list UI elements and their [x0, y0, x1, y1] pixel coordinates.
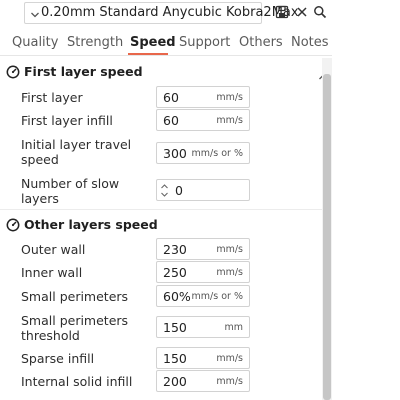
field-unit: mm	[224, 322, 243, 333]
section-title: Other layers speed	[24, 217, 158, 232]
field-value: 200	[163, 374, 187, 389]
save-icon[interactable]	[275, 5, 289, 19]
preset-header: 0.20mm Standard Anycubic Kobra2Max	[0, 0, 400, 28]
close-icon[interactable]	[295, 5, 309, 19]
sparse-infill-speed-input[interactable]: 150 mm/s	[156, 347, 250, 369]
label-small-perimeters-threshold-line2: threshold	[21, 328, 80, 343]
settings-tabs: Quality Strength Speed Support Others No…	[0, 30, 332, 56]
speedometer-icon	[6, 65, 20, 79]
scrollbar-thumb[interactable]	[323, 74, 331, 400]
first-layer-speed-input[interactable]: 60 mm/s	[156, 86, 250, 108]
label-number-of-slow-layers-line2: layers	[21, 191, 59, 206]
field-value: 300	[163, 146, 187, 161]
field-unit: mm/s	[216, 244, 243, 255]
stepper-arrows-icon[interactable]	[160, 183, 169, 198]
field-unit: mm/s	[216, 115, 243, 126]
internal-solid-infill-speed-input[interactable]: 200 mm/s	[156, 370, 250, 392]
initial-layer-travel-speed-input[interactable]: 300 mm/s or %	[156, 142, 250, 164]
tab-others[interactable]: Others	[239, 35, 283, 50]
tab-notes[interactable]: Notes	[291, 35, 329, 50]
tab-strength[interactable]: Strength	[67, 35, 123, 50]
tab-speed[interactable]: Speed	[130, 35, 176, 50]
label-sparse-infill: Sparse infill	[21, 351, 95, 366]
label-initial-layer-travel-speed: Initial layer travel	[21, 137, 132, 152]
label-first-layer-infill: First layer infill	[21, 113, 113, 128]
field-unit: mm/s or %	[191, 291, 243, 302]
section-divider	[0, 209, 322, 210]
field-unit: mm/s	[216, 267, 243, 278]
preset-dropdown[interactable]: 0.20mm Standard Anycubic Kobra2Max	[24, 2, 299, 24]
label-small-perimeters: Small perimeters	[21, 289, 129, 304]
label-first-layer: First layer	[21, 90, 83, 105]
field-value: 250	[163, 265, 187, 280]
section-title: First layer speed	[24, 64, 143, 79]
active-tab-indicator	[128, 53, 168, 55]
field-value: 60	[163, 113, 179, 128]
chevron-down-icon	[30, 6, 40, 18]
inner-wall-speed-input[interactable]: 250 mm/s	[156, 261, 250, 283]
right-pane	[332, 58, 400, 400]
field-value: 150	[163, 351, 187, 366]
label-inner-wall: Inner wall	[21, 265, 83, 280]
field-unit: mm/s or %	[191, 148, 243, 159]
search-icon[interactable]	[313, 5, 327, 19]
field-value: 150	[163, 320, 187, 335]
field-value: 230	[163, 242, 187, 257]
outer-wall-speed-input[interactable]: 230 mm/s	[156, 238, 250, 260]
field-value: 60	[163, 90, 179, 105]
field-value: 60%	[163, 289, 191, 304]
field-unit: mm/s	[216, 353, 243, 364]
small-perimeters-threshold-input[interactable]: 150 mm	[156, 316, 250, 338]
label-outer-wall: Outer wall	[21, 242, 86, 257]
field-value: 0	[175, 183, 183, 198]
settings-content: First layer speed First layer 60 mm/s Fi…	[0, 58, 327, 400]
tab-support[interactable]: Support	[179, 35, 230, 50]
slow-layers-stepper[interactable]: 0	[156, 179, 250, 201]
first-layer-infill-input[interactable]: 60 mm/s	[156, 109, 250, 131]
field-unit: mm/s	[216, 376, 243, 387]
speedometer-icon	[6, 218, 20, 232]
field-unit: mm/s	[216, 92, 243, 103]
label-initial-layer-travel-speed-line2: speed	[21, 152, 59, 167]
small-perimeters-speed-input[interactable]: 60% mm/s or %	[156, 285, 250, 307]
preset-name: 0.20mm Standard Anycubic Kobra2Max	[41, 5, 299, 20]
label-small-perimeters-threshold: Small perimeters	[21, 313, 129, 328]
label-number-of-slow-layers: Number of slow	[21, 176, 120, 191]
label-internal-solid-infill: Internal solid infill	[21, 374, 133, 389]
tab-quality[interactable]: Quality	[12, 35, 58, 50]
